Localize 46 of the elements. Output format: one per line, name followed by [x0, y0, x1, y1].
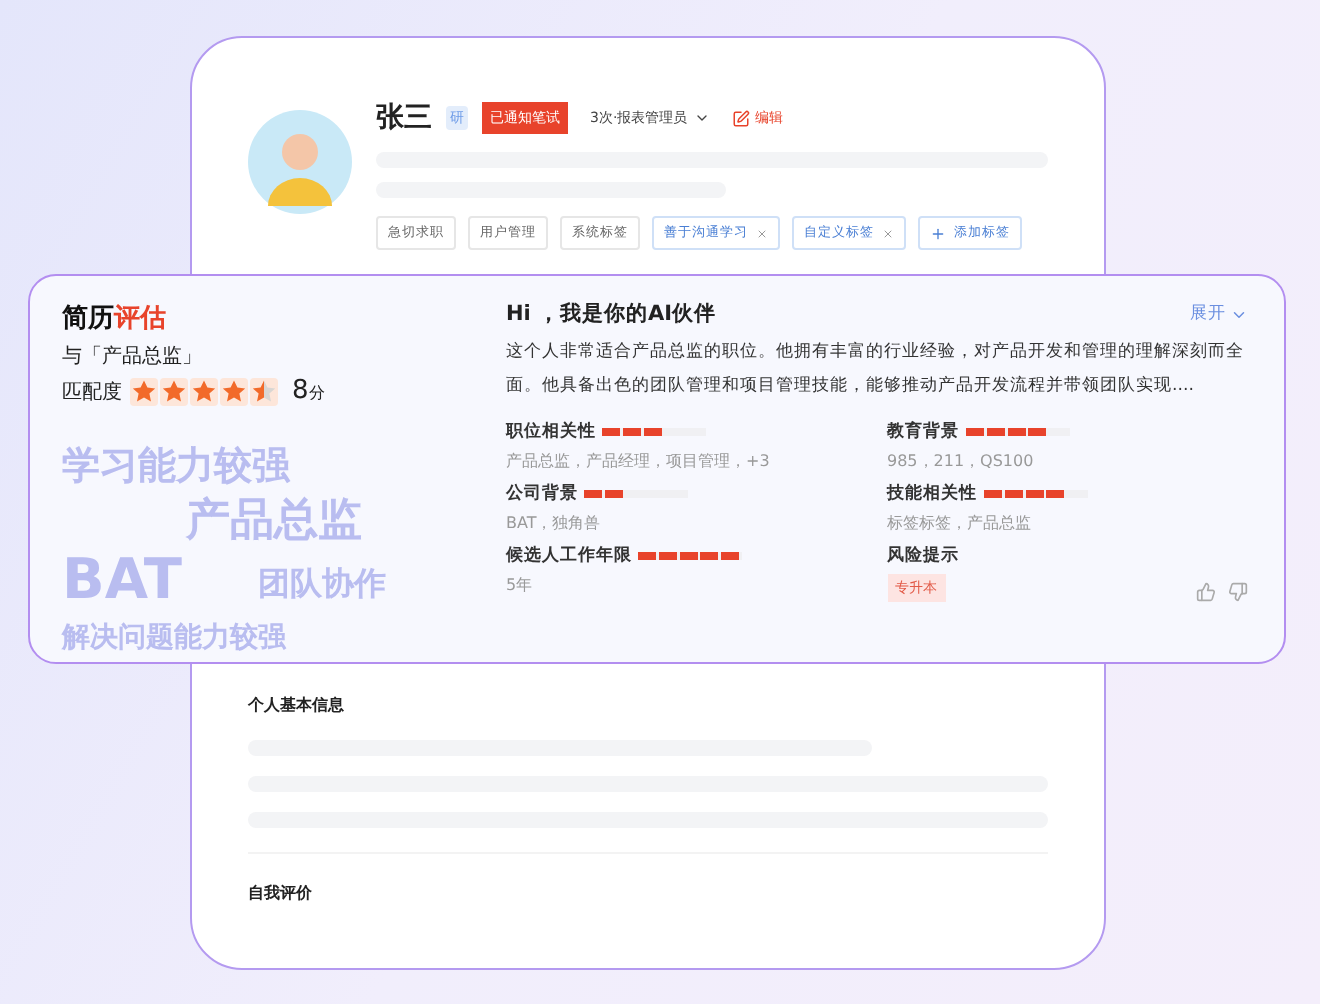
keyword: 产品总监 — [186, 500, 362, 544]
criterion-label: 公司背景 — [506, 482, 578, 506]
criterion-label: 职位相关性 — [506, 420, 596, 444]
dislike-button[interactable] — [1228, 582, 1248, 602]
criterion-label: 风险提示 — [887, 544, 959, 568]
star-icon — [130, 377, 158, 405]
star-icon — [220, 377, 248, 405]
star-icon — [160, 377, 188, 405]
criterion-detail: 标签标签，产品总监 — [887, 512, 1033, 534]
evaluation-title: 简历评估 — [62, 302, 168, 336]
star-icon — [190, 377, 218, 405]
pencil-square-icon — [731, 109, 750, 127]
avatar-icon — [248, 110, 352, 214]
criterion-label: 候选人工作年限 — [506, 544, 632, 568]
keyword: BAT — [62, 552, 182, 608]
thumbs-down-icon — [1228, 582, 1248, 602]
keyword: 解决问题能力较强 — [62, 624, 286, 652]
thumbs-up-icon — [1196, 582, 1216, 602]
section-title: 自我评价 — [248, 882, 314, 904]
criterion-detail: 985，211，QS100 — [887, 450, 1036, 472]
keyword: 学习能力较强 — [62, 448, 290, 486]
criterion-label: 教育背景 — [887, 420, 959, 444]
like-button[interactable] — [1196, 582, 1216, 602]
close-icon[interactable] — [756, 227, 768, 239]
keyword: 团队协作 — [258, 568, 386, 600]
criterion-detail: 产品总监，产品经理，项目管理，+3 — [506, 450, 772, 472]
rating-bar — [584, 490, 688, 498]
expand-link[interactable]: 展开 — [1190, 302, 1248, 326]
greeting: Hi ，我是你的AI伙伴 — [506, 300, 717, 328]
plus-icon — [930, 225, 946, 241]
criterion-label: 技能相关性 — [887, 482, 977, 506]
criterion-detail: 5年 — [506, 574, 535, 596]
rating-bar — [602, 428, 706, 436]
target-position: 与「产品总监」 — [62, 343, 204, 370]
criterion-detail: BAT，独角兽 — [506, 512, 603, 534]
candidate-name: 张三 — [376, 100, 432, 136]
summary-text: 这个人非常适合产品总监的职位。他拥有丰富的行业经验，对产品开发和管理的理解深刻而全面。他具备出色的团队管理和项目管理技能，能够推动产品开发流程并带领团队实现.... — [506, 339, 1246, 400]
rating-bar — [983, 490, 1087, 498]
rating-bar — [965, 428, 1069, 436]
section-title: 个人基本信息 — [248, 694, 346, 716]
star-icon — [250, 377, 278, 405]
chevron-down-icon — [693, 110, 710, 126]
rating-bar — [638, 552, 742, 560]
match-label: 匹配度 — [62, 379, 122, 405]
match-score: 8分 — [292, 376, 325, 406]
close-icon[interactable] — [882, 227, 894, 239]
